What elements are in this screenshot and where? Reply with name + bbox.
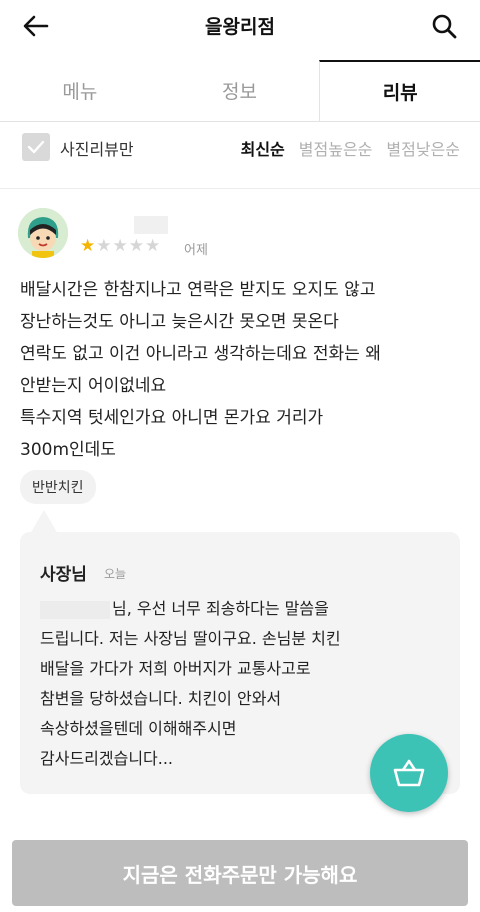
phone-order-button[interactable]: 지금은 전화주문만 가능해요 bbox=[12, 840, 468, 906]
reply-line: 참변을 당하셨습니다. 치킨이 안와서 bbox=[40, 689, 282, 708]
review-line: 안받는지 어이없네요 bbox=[20, 376, 167, 396]
reply-line: 님, 우선 너무 죄송하다는 말씀을 bbox=[40, 594, 450, 624]
sort-rating-high[interactable]: 별점높은순 bbox=[299, 136, 373, 160]
review-date: 어제 bbox=[184, 243, 208, 258]
tab-bar: 메뉴 정보 리뷰 bbox=[0, 60, 480, 122]
cart-button[interactable] bbox=[370, 734, 448, 812]
review-body: 배달시간은 한참지나고 연락은 받지도 오지도 않고 장난하는것도 아니고 늦은… bbox=[20, 274, 470, 466]
review-filter-row: 사진리뷰만 최신순 별점높은순 별점낮은순 bbox=[0, 128, 480, 168]
star-icon: ★ bbox=[145, 236, 162, 256]
avatar[interactable] bbox=[18, 208, 68, 258]
tab-menu[interactable]: 메뉴 bbox=[0, 60, 160, 121]
star-rating: ★★★★★ bbox=[80, 236, 161, 256]
check-icon bbox=[27, 140, 45, 154]
basket-icon bbox=[393, 759, 425, 787]
search-icon bbox=[432, 14, 457, 39]
avatar-character-icon bbox=[18, 208, 68, 258]
star-icon: ★ bbox=[96, 236, 113, 256]
review-line: 300m인데도 bbox=[20, 440, 116, 460]
reviewer-name-redacted bbox=[134, 216, 168, 234]
reply-notch bbox=[30, 510, 58, 534]
star-icon: ★ bbox=[80, 236, 97, 256]
reply-author: 사장님 bbox=[40, 565, 87, 585]
app-header: 을왕리점 bbox=[0, 0, 480, 52]
divider bbox=[0, 188, 480, 189]
review-line: 연락도 없고 이건 아니라고 생각하는데요 전화는 왜 bbox=[20, 344, 381, 364]
photo-only-checkbox[interactable] bbox=[22, 133, 50, 161]
tab-info[interactable]: 정보 bbox=[160, 60, 320, 121]
photo-only-label[interactable]: 사진리뷰만 bbox=[60, 136, 134, 160]
review-line: 특수지역 텃세인가요 아니면 몬가요 거리가 bbox=[20, 408, 324, 428]
review-line: 장난하는것도 아니고 늦은시간 못오면 못온다 bbox=[20, 312, 339, 332]
page-title: 을왕리점 bbox=[205, 16, 275, 38]
reply-date: 오늘 bbox=[104, 567, 127, 581]
sort-latest[interactable]: 최신순 bbox=[241, 136, 285, 160]
star-icon: ★ bbox=[128, 236, 145, 256]
tab-reviews[interactable]: 리뷰 bbox=[319, 60, 480, 121]
review-line: 배달시간은 한참지나고 연락은 받지도 오지도 않고 bbox=[20, 280, 376, 300]
customer-name-redacted bbox=[40, 600, 110, 619]
reply-first-line: 님, 우선 너무 죄송하다는 말씀을 bbox=[112, 599, 329, 618]
sort-options: 최신순 별점높은순 별점낮은순 bbox=[241, 136, 460, 160]
sort-rating-low[interactable]: 별점낮은순 bbox=[386, 136, 460, 160]
ordered-menu-tag[interactable]: 반반치킨 bbox=[20, 470, 96, 504]
search-button[interactable] bbox=[426, 8, 462, 44]
reply-line: 드립니다. 저는 사장님 딸이구요. 손님분 치킨 bbox=[40, 629, 341, 648]
star-icon: ★ bbox=[112, 236, 129, 256]
reply-line: 배달을 가다가 저희 아버지가 교통사고로 bbox=[40, 659, 311, 678]
